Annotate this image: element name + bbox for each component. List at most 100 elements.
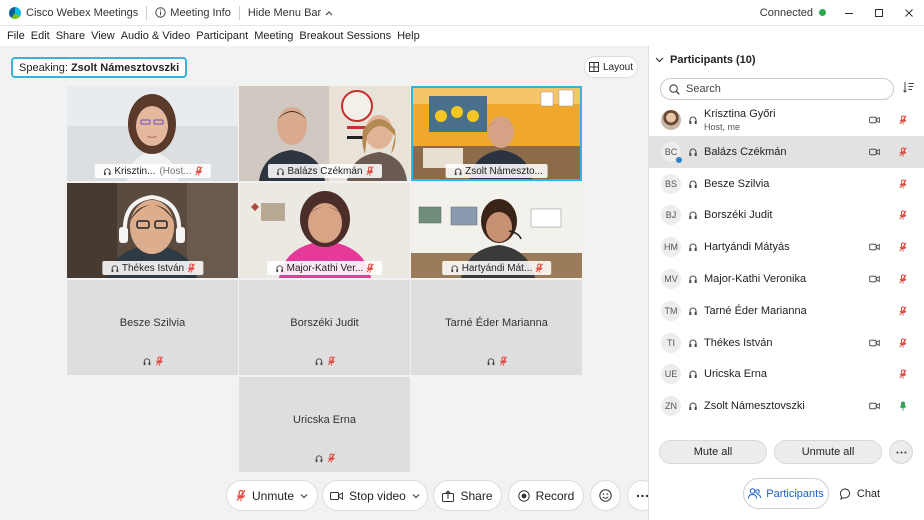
stop-video-button[interactable]: Stop video bbox=[322, 480, 428, 511]
avatar: MV bbox=[661, 269, 681, 290]
panel-tabs: Participants Chat bbox=[649, 478, 924, 514]
avatar-initials: BC bbox=[664, 146, 678, 157]
maximize-button[interactable] bbox=[864, 0, 894, 26]
layout-button[interactable]: Layout bbox=[584, 56, 638, 78]
participant-row[interactable]: HM Hartyándi Mátyás bbox=[649, 231, 924, 263]
participant-name: Hartyándi Mátyás bbox=[704, 241, 790, 254]
record-button[interactable]: Record bbox=[508, 480, 584, 511]
audio-connected-icon bbox=[689, 402, 697, 411]
video-tile-zsolt[interactable]: Zsolt Námeszto... bbox=[411, 86, 582, 181]
participant-name: Tarné Éder Marianna bbox=[704, 304, 807, 317]
muted-mic-icon[interactable] bbox=[899, 210, 907, 220]
app-title: Cisco Webex Meetings bbox=[26, 6, 139, 19]
menu-view[interactable]: View bbox=[91, 30, 115, 42]
reactions-button[interactable] bbox=[590, 480, 621, 511]
unmuted-mic-icon[interactable] bbox=[899, 401, 907, 411]
audio-connected-icon bbox=[689, 148, 697, 156]
sort-button[interactable] bbox=[903, 81, 915, 93]
tile-nameplate: Major-Kathi Ver... bbox=[266, 261, 383, 275]
participant-row[interactable]: MV Major-Kathi Veronika bbox=[649, 263, 924, 295]
layout-label: Layout bbox=[602, 61, 634, 73]
video-tile-hartyandi[interactable]: Hartyándi Mát... bbox=[411, 183, 582, 278]
participant-row[interactable]: BS Besze Szilvia bbox=[649, 168, 924, 200]
participant-row[interactable]: ZN Zsolt Námesztovszki bbox=[649, 390, 924, 422]
video-tile-thekes[interactable]: Thékes István bbox=[67, 183, 238, 278]
meeting-info-button[interactable]: Meeting Info bbox=[155, 7, 231, 19]
maximize-icon bbox=[875, 8, 883, 17]
muted-mic-icon[interactable] bbox=[899, 338, 907, 348]
muted-mic-icon[interactable] bbox=[899, 242, 907, 252]
menu-help[interactable]: Help bbox=[397, 30, 420, 42]
tab-chat[interactable]: Chat bbox=[833, 478, 887, 509]
audio-connected-icon bbox=[689, 371, 697, 379]
mute-all-button[interactable]: Mute all bbox=[659, 440, 767, 464]
audio-connected-icon bbox=[487, 357, 494, 365]
video-tile-balazs[interactable]: Balázs Czékmán bbox=[239, 86, 410, 181]
avatar-initials: TI bbox=[667, 337, 675, 348]
divider bbox=[238, 5, 240, 20]
participant-row[interactable]: Krisztina Győri Host, me bbox=[649, 104, 924, 136]
menu-edit[interactable]: Edit bbox=[31, 30, 50, 42]
participant-search[interactable] bbox=[660, 78, 894, 100]
muted-mic-icon[interactable] bbox=[899, 306, 907, 316]
muted-mic-icon[interactable] bbox=[899, 274, 907, 284]
share-button[interactable]: Share bbox=[433, 480, 502, 511]
muted-mic-icon bbox=[236, 489, 246, 502]
chevron-down-icon bbox=[300, 493, 308, 498]
muted-mic-icon[interactable] bbox=[899, 179, 907, 189]
participant-row[interactable]: TM Tarné Éder Marianna bbox=[649, 295, 924, 327]
participant-row[interactable]: TI Thékes István bbox=[649, 327, 924, 359]
avatar: BJ bbox=[661, 205, 681, 226]
hide-menu-bar-button[interactable]: Hide Menu Bar bbox=[248, 7, 337, 19]
minimize-button[interactable] bbox=[834, 0, 864, 26]
video-tile-krisztina[interactable]: Krisztin... (Host... bbox=[67, 86, 238, 181]
avatar: TM bbox=[661, 300, 681, 321]
avatar-initials: UE bbox=[664, 369, 678, 380]
video-camera-icon bbox=[869, 148, 880, 156]
avatar: UE bbox=[661, 364, 681, 385]
video-tile-major-kathi[interactable]: Major-Kathi Ver... bbox=[239, 183, 410, 278]
close-icon bbox=[905, 8, 913, 17]
close-window-button[interactable] bbox=[894, 0, 924, 26]
menu-share[interactable]: Share bbox=[56, 30, 85, 42]
avatar-initials: HM bbox=[664, 242, 678, 253]
tile-nameplate: Balázs Czékmán bbox=[267, 164, 382, 178]
participant-row[interactable]: UE Uricska Erna bbox=[649, 359, 924, 391]
tile-name: Borszéki Judit bbox=[290, 317, 359, 329]
participant-row[interactable]: BJ Borszéki Judit bbox=[649, 200, 924, 232]
audio-connected-icon bbox=[689, 339, 697, 347]
avatar-initials: TM bbox=[664, 305, 678, 316]
muted-mic-icon[interactable] bbox=[899, 369, 907, 379]
muted-mic-icon[interactable] bbox=[899, 115, 907, 125]
muted-mic-icon bbox=[327, 356, 335, 366]
participants-header[interactable]: Participants (10) bbox=[649, 46, 924, 74]
unmute-all-button[interactable]: Unmute all bbox=[774, 440, 882, 464]
tab-participants[interactable]: Participants bbox=[743, 478, 829, 509]
menu-file[interactable]: File bbox=[7, 30, 25, 42]
audio-connected-icon bbox=[689, 116, 697, 124]
menu-meeting[interactable]: Meeting bbox=[254, 30, 293, 42]
audio-connected-icon bbox=[689, 275, 697, 284]
menu-participant[interactable]: Participant bbox=[196, 30, 248, 42]
participant-name: Borszéki Judit bbox=[704, 209, 773, 222]
menu-breakout-sessions[interactable]: Breakout Sessions bbox=[299, 30, 391, 42]
audio-tile-besze[interactable]: Besze Szilvia bbox=[67, 280, 238, 375]
record-icon bbox=[517, 489, 530, 502]
audio-tile-uricska[interactable]: Uricska Erna bbox=[239, 377, 410, 472]
audio-connected-icon bbox=[450, 264, 458, 272]
audio-tile-tarne[interactable]: Tarné Éder Marianna bbox=[411, 280, 582, 375]
presence-icon bbox=[675, 155, 683, 164]
participant-name: Besze Szilvia bbox=[704, 177, 770, 190]
menu-audio-video[interactable]: Audio & Video bbox=[121, 30, 191, 42]
muted-mic-icon[interactable] bbox=[899, 147, 907, 157]
unmute-button[interactable]: Unmute bbox=[226, 480, 318, 511]
minimize-icon bbox=[845, 12, 853, 14]
panel-more-button[interactable] bbox=[889, 440, 913, 464]
tab-chat-label: Chat bbox=[856, 487, 881, 500]
search-input[interactable] bbox=[686, 83, 876, 95]
tile-name: Besze Szilvia bbox=[119, 317, 186, 329]
participant-row[interactable]: BC Balázs Czékmán bbox=[649, 136, 924, 168]
share-icon bbox=[442, 489, 455, 502]
audio-tile-borszeki[interactable]: Borszéki Judit bbox=[239, 280, 410, 375]
record-label: Record bbox=[535, 488, 575, 503]
